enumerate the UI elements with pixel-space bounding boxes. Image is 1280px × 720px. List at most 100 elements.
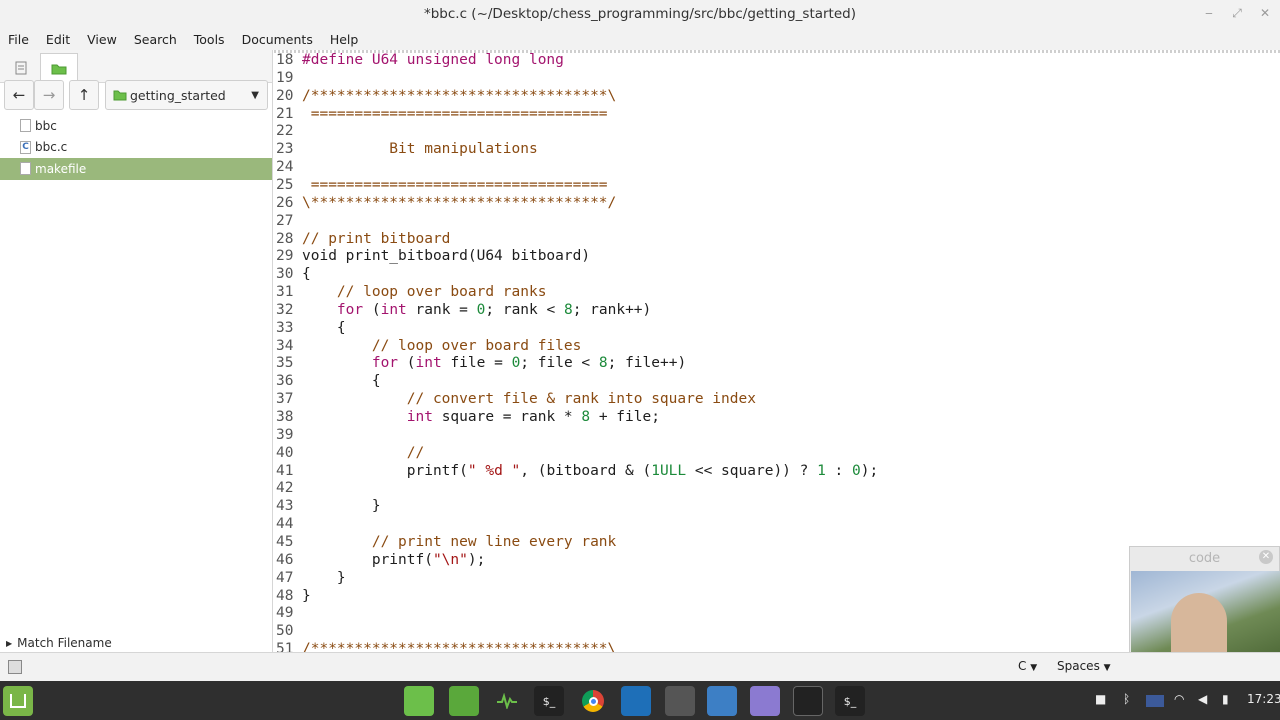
- line-text: {: [302, 373, 381, 390]
- line-number: 36: [276, 373, 294, 390]
- code-line[interactable]: 20 /**********************************\: [274, 88, 1280, 106]
- code-line[interactable]: 18 #define U64 unsigned long long: [274, 52, 1280, 70]
- code-line[interactable]: 23 Bit manipulations: [274, 141, 1280, 159]
- code-line[interactable]: 34 // loop over board files: [274, 338, 1280, 356]
- line-text: //: [302, 444, 425, 461]
- code-line[interactable]: 39: [274, 427, 1280, 445]
- line-number: 28: [276, 230, 294, 247]
- document-icon: [15, 61, 27, 75]
- forward-button[interactable]: →: [34, 80, 64, 110]
- language-selector[interactable]: C ▼: [1018, 659, 1037, 673]
- line-text: for (int file = 0; file < 8; file++): [371, 355, 687, 372]
- line-number: 26: [276, 194, 294, 211]
- maximize-icon[interactable]: ⤢: [1224, 0, 1250, 28]
- chevron-down-icon: ▼: [1103, 663, 1111, 673]
- menu-documents[interactable]: Documents: [242, 32, 313, 47]
- line-text: ==================================: [302, 105, 608, 122]
- folder-app-icon[interactable]: [449, 686, 479, 716]
- folder-name: getting_started: [130, 87, 226, 103]
- clock[interactable]: 17:23: [1247, 692, 1280, 706]
- triangle-right-icon: ▶: [6, 638, 13, 648]
- wifi-icon[interactable]: ◠: [1174, 692, 1184, 706]
- window-titlebar: *bbc.c (~/Desktop/chess_programming/src/…: [0, 0, 1280, 28]
- file-item-bbc-c[interactable]: C bbc.c: [0, 137, 272, 159]
- line-number: 20: [276, 87, 294, 104]
- up-button[interactable]: ↑: [69, 80, 99, 110]
- code-line[interactable]: 32 for (int rank = 0; rank < 8; rank++): [274, 302, 1280, 320]
- code-line[interactable]: 41 printf(" %d ", (bitboard & (1ULL << s…: [274, 463, 1280, 481]
- line-number: 38: [276, 409, 294, 425]
- line-text: printf(" %d ", (bitboard & (1ULL << squa…: [302, 462, 879, 479]
- code-line[interactable]: 22: [274, 123, 1280, 141]
- code-line[interactable]: 30 {: [274, 266, 1280, 284]
- code-line[interactable]: 21 ==================================: [274, 106, 1280, 124]
- menu-view[interactable]: View: [87, 32, 117, 47]
- calculator-icon[interactable]: [665, 686, 695, 716]
- file-item-makefile[interactable]: makefile: [0, 158, 272, 180]
- code-line[interactable]: 19: [274, 70, 1280, 88]
- close-icon[interactable]: ✕: [1252, 0, 1278, 28]
- code-line[interactable]: 40 //: [274, 445, 1280, 463]
- files-app-icon[interactable]: [404, 686, 434, 716]
- camera-icon[interactable]: [707, 686, 737, 716]
- camera-tray-icon[interactable]: ■: [1095, 692, 1106, 706]
- text-editor-icon[interactable]: [750, 686, 780, 716]
- code-line[interactable]: 42: [274, 480, 1280, 498]
- menu-search[interactable]: Search: [134, 32, 177, 47]
- menu-edit[interactable]: Edit: [46, 32, 70, 47]
- chrome-icon[interactable]: [578, 686, 608, 716]
- volume-icon[interactable]: ◀: [1198, 692, 1207, 706]
- line-number: 33: [276, 319, 294, 336]
- editor-app-icon[interactable]: [621, 686, 651, 716]
- code-line[interactable]: 36 {: [274, 373, 1280, 391]
- panel-toggle-icon[interactable]: [8, 660, 22, 674]
- menu-help[interactable]: Help: [330, 32, 359, 47]
- line-number: 43: [276, 498, 294, 515]
- code-line[interactable]: 37 // convert file & rank into square in…: [274, 391, 1280, 409]
- code-line[interactable]: 31 // loop over board ranks: [274, 284, 1280, 302]
- code-line[interactable]: 35 for (int file = 0; file < 8; file++): [274, 355, 1280, 373]
- bluetooth-icon[interactable]: ᛒ: [1123, 692, 1130, 706]
- code-line[interactable]: 24: [274, 159, 1280, 177]
- close-icon[interactable]: ✕: [1259, 550, 1273, 564]
- file-item-bbc[interactable]: bbc: [0, 115, 272, 137]
- line-text: {: [302, 266, 311, 283]
- line-text: /**********************************\: [302, 87, 617, 104]
- line-number: 24: [276, 159, 294, 176]
- code-line[interactable]: 38 int square = rank * 8 + file;: [274, 409, 1280, 427]
- code-line[interactable]: 29 void print_bitboard(U64 bitboard): [274, 248, 1280, 266]
- system-monitor-icon[interactable]: [492, 686, 522, 716]
- line-text: Bit manipulations: [302, 141, 538, 158]
- code-line[interactable]: 26 \**********************************/: [274, 195, 1280, 213]
- terminal-icon[interactable]: $_: [534, 686, 564, 716]
- menu-file[interactable]: File: [8, 32, 29, 47]
- line-number: 22: [276, 123, 294, 140]
- code-line[interactable]: 28 // print bitboard: [274, 231, 1280, 249]
- webcam-title: code: [1188, 551, 1221, 566]
- menu-icon[interactable]: [3, 686, 33, 716]
- battery-icon[interactable]: ▮: [1222, 692, 1229, 706]
- tab-file-browser[interactable]: [40, 53, 78, 83]
- window-icon[interactable]: [793, 686, 823, 716]
- code-line[interactable]: 27: [274, 213, 1280, 231]
- line-text: // loop over board ranks: [302, 284, 547, 301]
- match-filename-toggle[interactable]: ▶ Match Filename: [6, 636, 112, 650]
- code-line[interactable]: 25 ==================================: [274, 177, 1280, 195]
- keyboard-layout-icon[interactable]: [1146, 695, 1164, 707]
- menu-tools[interactable]: Tools: [194, 32, 225, 47]
- back-button[interactable]: ←: [4, 80, 34, 110]
- code-line[interactable]: 44: [274, 516, 1280, 534]
- indent-label: Spaces: [1057, 659, 1100, 673]
- code-line[interactable]: 43 }: [274, 498, 1280, 516]
- terminal-icon[interactable]: $_: [835, 686, 865, 716]
- minimize-icon[interactable]: ‒: [1196, 0, 1222, 28]
- indent-selector[interactable]: Spaces ▼: [1057, 659, 1111, 673]
- file-icon: [20, 162, 31, 176]
- tab-documents[interactable]: [2, 53, 40, 83]
- line-number: 50: [276, 623, 294, 640]
- line-number: 35: [276, 355, 294, 372]
- folder-selector[interactable]: getting_started ▼: [105, 80, 268, 110]
- menu-bar: File Edit View Search Tools Documents He…: [0, 28, 1280, 50]
- code-line[interactable]: 33 {: [274, 320, 1280, 338]
- c-file-icon: C: [20, 140, 31, 154]
